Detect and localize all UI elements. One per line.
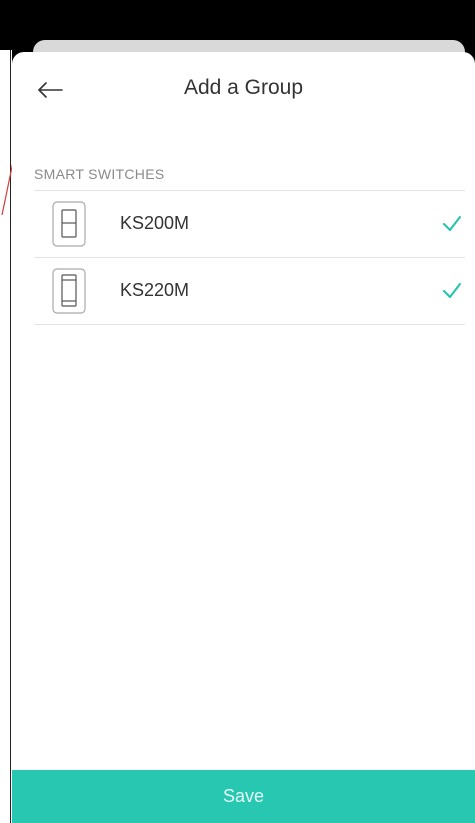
device-row-ks200m[interactable]: KS200M	[34, 191, 465, 257]
device-name: KS200M	[120, 213, 190, 233]
nav-header: Add a Group	[12, 52, 475, 127]
row-divider	[34, 324, 465, 325]
device-row-ks220m[interactable]: KS220M	[34, 258, 465, 324]
save-button[interactable]: Save	[12, 770, 475, 823]
light-switch-icon	[52, 201, 86, 247]
device-name: KS220M	[120, 280, 190, 300]
dimmer-switch-icon	[52, 268, 86, 314]
checkmark-icon	[443, 216, 461, 231]
page-title: Add a Group	[183, 76, 304, 99]
checkmark-icon	[443, 283, 461, 298]
section-header-smart-switches: SMART SWITCHES	[34, 166, 165, 182]
add-group-sheet: Add a Group SMART SWITCHES KS200M KS220M…	[12, 52, 475, 823]
